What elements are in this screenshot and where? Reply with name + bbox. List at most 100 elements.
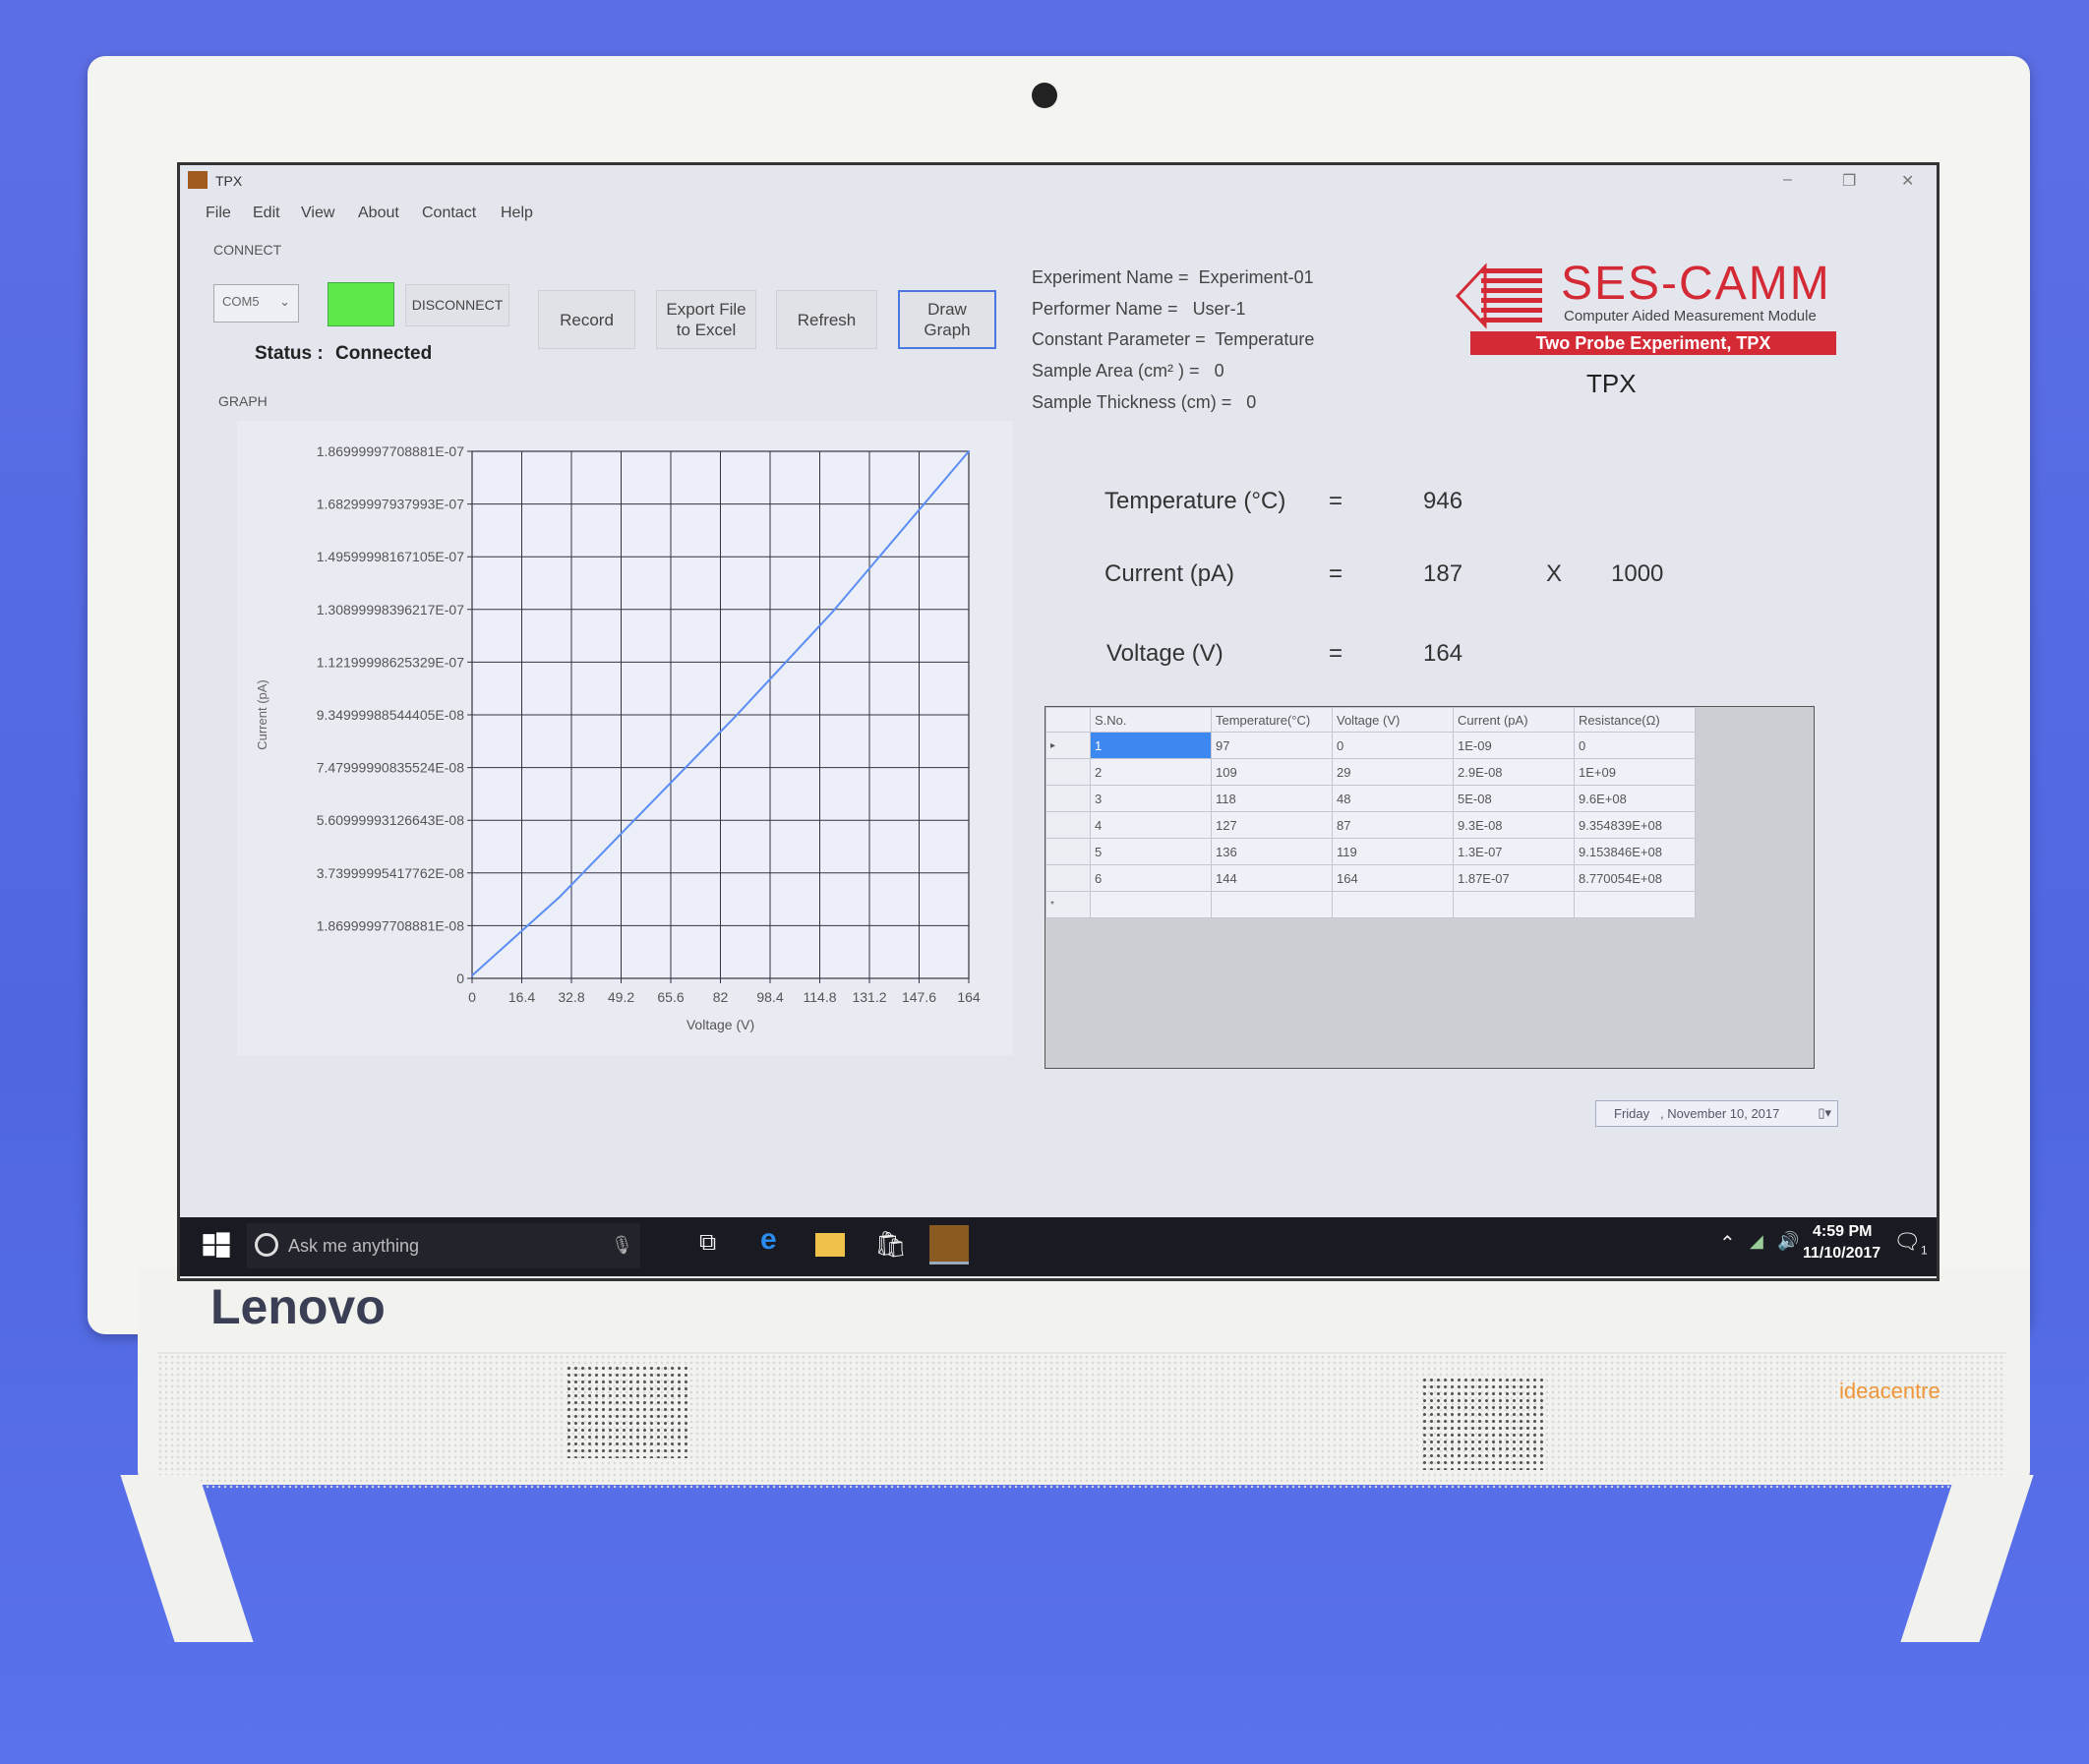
row-header[interactable]: [1045, 864, 1091, 892]
column-header[interactable]: Voltage (V): [1332, 707, 1454, 733]
table-cell[interactable]: 9.6E+08: [1574, 785, 1696, 812]
table-cell[interactable]: 0: [1332, 732, 1454, 759]
webcam: [1032, 83, 1057, 108]
table-row[interactable]: 6 144 164 1.87E-07 8.770054E+08: [1045, 864, 1696, 892]
table-cell[interactable]: 0: [1574, 732, 1696, 759]
table-cell[interactable]: [1574, 891, 1696, 918]
y-axis-label: Current (pA): [255, 679, 269, 750]
menu-contact[interactable]: Contact: [422, 205, 476, 222]
menu-edit[interactable]: Edit: [253, 205, 280, 222]
table-cell[interactable]: 4: [1090, 811, 1212, 839]
microphone-icon[interactable]: 🎙: [611, 1235, 633, 1256]
menu-file[interactable]: File: [206, 205, 231, 222]
speaker-left: [566, 1365, 688, 1458]
table-cell[interactable]: 5: [1090, 838, 1212, 865]
table-cell[interactable]: 5E-08: [1453, 785, 1575, 812]
table-cell[interactable]: 48: [1332, 785, 1454, 812]
row-header[interactable]: [1045, 785, 1091, 812]
table-cell[interactable]: 2: [1090, 758, 1212, 786]
table-cell[interactable]: 118: [1211, 785, 1333, 812]
x-tick-label: 65.6: [657, 989, 684, 1005]
row-header[interactable]: [1045, 811, 1091, 839]
date-picker[interactable]: Friday , November 10, 2017 ▯▾: [1595, 1100, 1838, 1127]
edge-browser-icon[interactable]: e: [760, 1223, 794, 1257]
draw-graph-button[interactable]: Draw Graph: [898, 290, 996, 349]
column-header[interactable]: Resistance(Ω): [1574, 707, 1696, 733]
table-cell[interactable]: 6: [1090, 864, 1212, 892]
constant-parameter: Constant Parameter = Temperature: [1032, 329, 1314, 350]
table-cell[interactable]: 164: [1332, 864, 1454, 892]
notifications-icon[interactable]: 🗨1: [1893, 1229, 1928, 1257]
table-cell[interactable]: 9.354839E+08: [1574, 811, 1696, 839]
table-cell[interactable]: [1332, 891, 1454, 918]
close-button[interactable]: ✕: [1901, 171, 1914, 191]
data-grid[interactable]: S.No. Temperature(°C) Voltage (V) Curren…: [1044, 706, 1815, 1069]
search-box[interactable]: Ask me anything 🎙: [247, 1223, 640, 1268]
task-view-icon[interactable]: ⧉: [699, 1229, 733, 1263]
table-cell[interactable]: 1E-09: [1453, 732, 1575, 759]
tray-chevron-up-icon[interactable]: ⌃: [1719, 1231, 1736, 1256]
ses-camm-taskbar-icon[interactable]: [929, 1225, 969, 1264]
table-row[interactable]: 2 109 29 2.9E-08 1E+09: [1045, 758, 1696, 786]
column-header[interactable]: Temperature(°C): [1211, 707, 1333, 733]
table-row[interactable]: 3 118 48 5E-08 9.6E+08: [1045, 785, 1696, 812]
table-row[interactable]: 5 136 119 1.3E-07 9.153846E+08: [1045, 838, 1696, 865]
table-cell[interactable]: [1211, 891, 1333, 918]
row-header[interactable]: [1045, 758, 1091, 786]
speaker-right: [1421, 1377, 1544, 1470]
windows-start-icon[interactable]: [200, 1229, 233, 1263]
table-row[interactable]: ▸ 1 97 0 1E-09 0: [1045, 732, 1696, 759]
table-cell[interactable]: 119: [1332, 838, 1454, 865]
table-cell[interactable]: 1.87E-07: [1453, 864, 1575, 892]
x-tick-label: 16.4: [508, 989, 535, 1005]
logo-tagline: Computer Aided Measurement Module: [1564, 308, 1817, 324]
column-header[interactable]: S.No.: [1090, 707, 1212, 733]
table-cell[interactable]: 136: [1211, 838, 1333, 865]
table-cell[interactable]: 1E+09: [1574, 758, 1696, 786]
table-cell[interactable]: 8.770054E+08: [1574, 864, 1696, 892]
menu-help[interactable]: Help: [501, 205, 533, 222]
table-cell[interactable]: [1453, 891, 1575, 918]
calendar-icon[interactable]: ▯▾: [1818, 1105, 1831, 1121]
model-logo: ideacentre: [1839, 1379, 1940, 1403]
table-cell[interactable]: 1.3E-07: [1453, 838, 1575, 865]
menu-view[interactable]: View: [301, 205, 334, 222]
brand-logo: Lenovo: [210, 1279, 386, 1334]
y-tick-label: 0: [456, 970, 464, 986]
maximize-button[interactable]: ❐: [1842, 171, 1856, 191]
new-row[interactable]: *: [1045, 891, 1696, 918]
table-cell[interactable]: 87: [1332, 811, 1454, 839]
refresh-button[interactable]: Refresh: [776, 290, 877, 349]
clock-time[interactable]: 4:59 PM: [1813, 1223, 1872, 1241]
table-cell[interactable]: [1090, 891, 1212, 918]
export-excel-button[interactable]: Export File to Excel: [656, 290, 756, 349]
record-button[interactable]: Record: [538, 290, 635, 349]
x-tick-label: 0: [468, 989, 476, 1005]
table-cell[interactable]: 97: [1211, 732, 1333, 759]
row-header[interactable]: *: [1045, 891, 1091, 918]
table-cell[interactable]: 109: [1211, 758, 1333, 786]
table-row[interactable]: 4 127 87 9.3E-08 9.354839E+08: [1045, 811, 1696, 839]
table-cell[interactable]: 29: [1332, 758, 1454, 786]
table-cell[interactable]: 3: [1090, 785, 1212, 812]
column-header[interactable]: Current (pA): [1453, 707, 1575, 733]
data-point: [559, 895, 562, 898]
file-explorer-icon[interactable]: [815, 1233, 845, 1257]
disconnect-button[interactable]: DISCONNECT: [405, 284, 509, 326]
minimize-button[interactable]: –: [1783, 171, 1792, 189]
store-icon[interactable]: 🛍: [874, 1229, 908, 1263]
row-header[interactable]: ▸: [1045, 732, 1091, 759]
table-cell[interactable]: 9.153846E+08: [1574, 838, 1696, 865]
table-cell[interactable]: 9.3E-08: [1453, 811, 1575, 839]
network-icon[interactable]: ◢: [1750, 1231, 1763, 1252]
table-cell[interactable]: 1: [1090, 732, 1212, 759]
row-header[interactable]: [1045, 838, 1091, 865]
x-axis-label: Voltage (V): [686, 1017, 754, 1032]
table-cell[interactable]: 144: [1211, 864, 1333, 892]
table-cell[interactable]: 127: [1211, 811, 1333, 839]
port-select[interactable]: COM5 ⌄: [213, 284, 299, 323]
clock-date[interactable]: 11/10/2017: [1803, 1245, 1880, 1263]
menu-about[interactable]: About: [358, 205, 399, 222]
volume-icon[interactable]: 🔊: [1777, 1231, 1799, 1252]
table-cell[interactable]: 2.9E-08: [1453, 758, 1575, 786]
